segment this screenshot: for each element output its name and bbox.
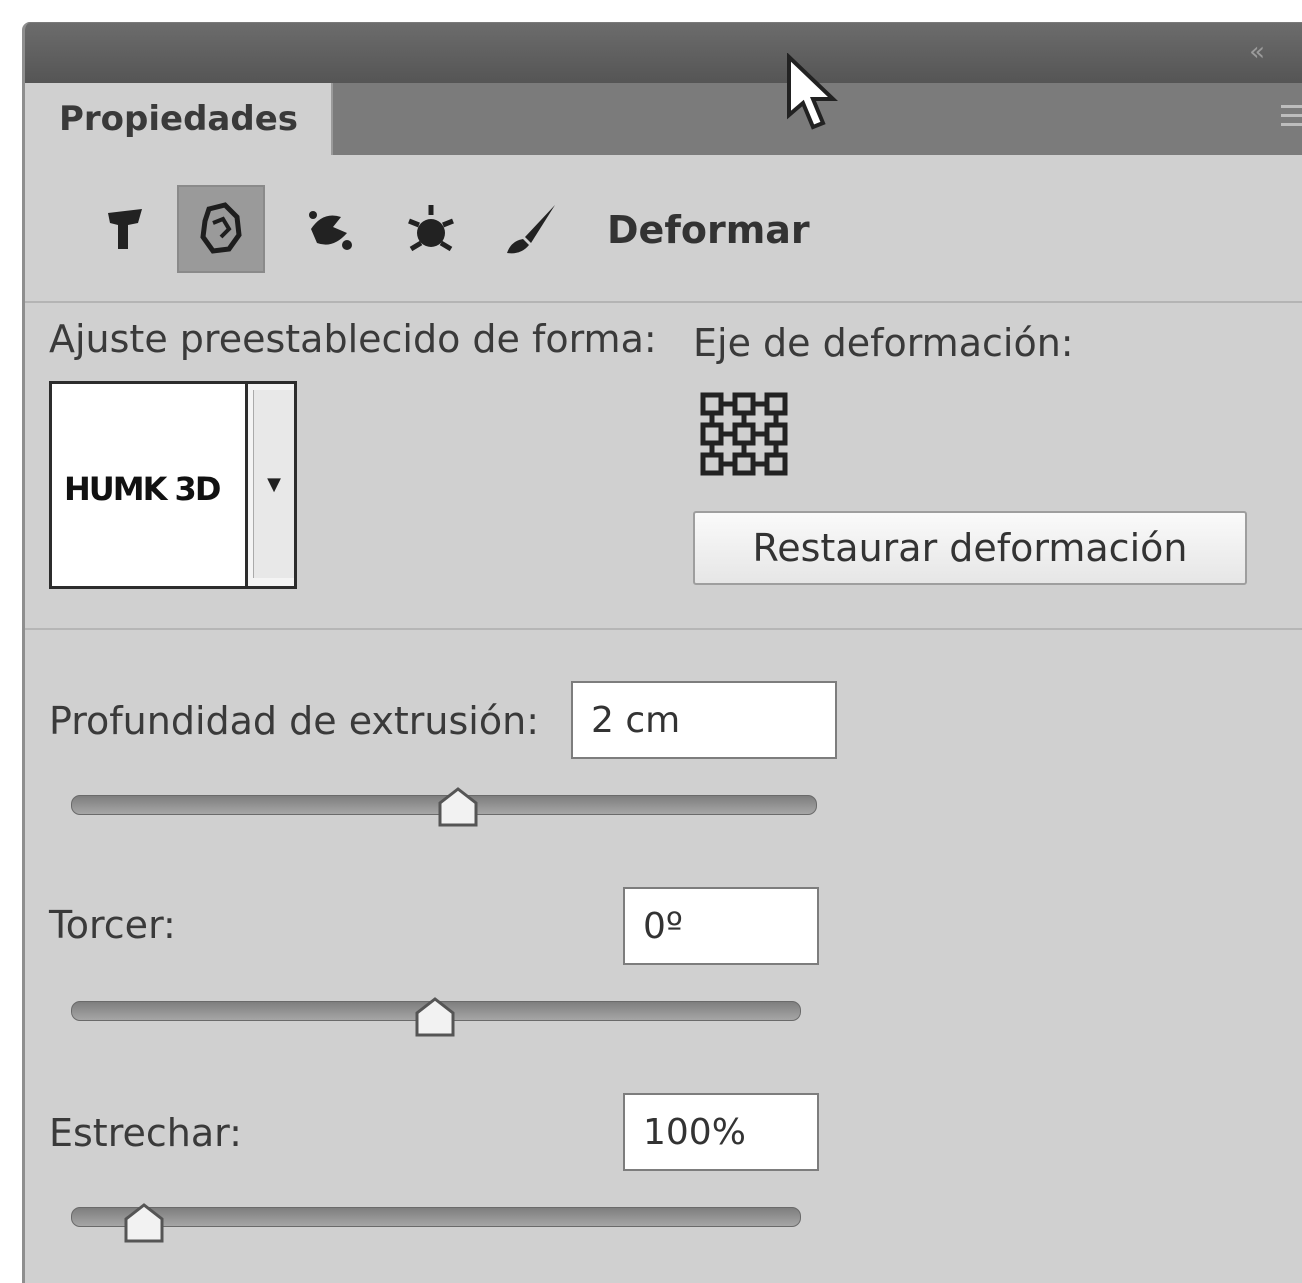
- taper-slider-thumb[interactable]: [122, 1201, 166, 1245]
- deformation-axis-grid-icon[interactable]: [699, 391, 791, 485]
- shape-preset-picker[interactable]: HUMK 3D ▼: [49, 381, 297, 589]
- panel-menu-icon[interactable]: [1281, 105, 1302, 132]
- preset-label: Ajuste preestablecido de forma:: [49, 317, 657, 361]
- deform-icon[interactable]: [177, 185, 265, 273]
- extrusion-label: Profundidad de extrusión:: [49, 699, 539, 743]
- properties-panel: « × Propiedades: [22, 22, 1302, 1283]
- mesh-icon[interactable]: [81, 185, 169, 273]
- extrusion-depth-input[interactable]: 2 cm: [571, 681, 837, 759]
- taper-input[interactable]: 100%: [623, 1093, 819, 1171]
- color-icon[interactable]: [287, 185, 375, 273]
- extrusion-slider-thumb[interactable]: [436, 785, 480, 829]
- preset-thumbnail: HUMK 3D: [52, 384, 248, 586]
- reset-deformation-button[interactable]: Restaurar deformación: [693, 511, 1247, 585]
- double-chevron-left-icon[interactable]: «: [1249, 37, 1265, 67]
- preset-thumbnail-art: HUMK 3D: [64, 470, 221, 508]
- axis-label: Eje de deformación:: [693, 321, 1074, 365]
- section-title: Deformar: [607, 208, 810, 252]
- tab-properties[interactable]: Propiedades: [25, 83, 333, 155]
- brush-icon[interactable]: [487, 185, 575, 273]
- twist-input[interactable]: 0º: [623, 887, 819, 965]
- twist-slider-thumb[interactable]: [413, 995, 457, 1039]
- panel-titlebar[interactable]: « ×: [25, 23, 1302, 83]
- taper-label: Estrechar:: [49, 1111, 242, 1155]
- mouse-cursor-icon: [787, 53, 838, 130]
- section-divider: [25, 628, 1302, 630]
- tab-label: Propiedades: [59, 99, 299, 139]
- taper-slider[interactable]: [71, 1207, 801, 1227]
- twist-label: Torcer:: [49, 903, 176, 947]
- properties-toolbar: Deformar: [25, 155, 1302, 303]
- lighting-icon[interactable]: [387, 185, 475, 273]
- chevron-down-icon[interactable]: ▼: [253, 390, 294, 578]
- tab-strip: Propiedades: [25, 83, 1302, 155]
